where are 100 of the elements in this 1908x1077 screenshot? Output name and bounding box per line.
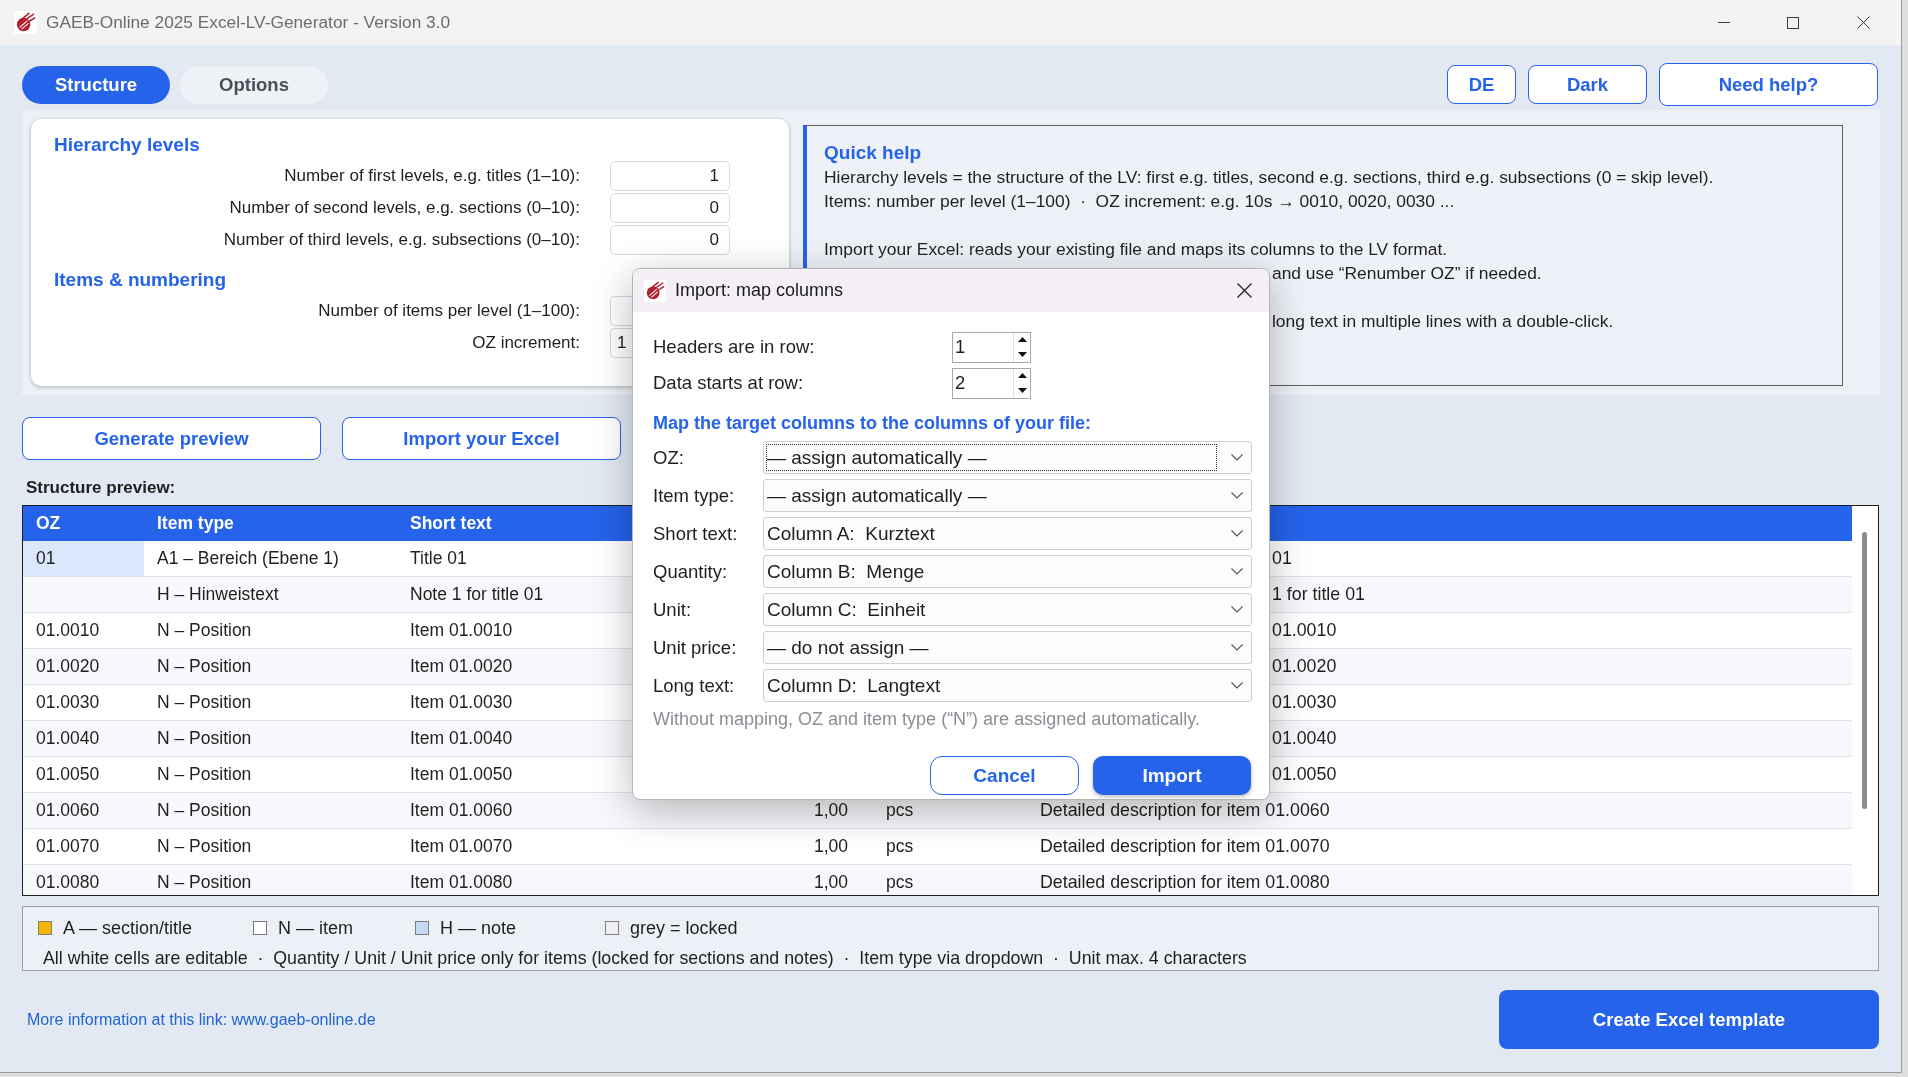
table-cell[interactable]: Detailed description for item 01.0080 — [1040, 874, 1330, 891]
table-cell[interactable]: 1 for title 01 — [1272, 586, 1365, 603]
legend-label: H — note — [440, 917, 517, 939]
table-cell[interactable]: N – Position — [157, 730, 252, 747]
dropdown-field[interactable]: — assign automatically — — [763, 479, 1252, 512]
table-cell[interactable]: Item 01.0010 — [410, 622, 513, 639]
column-header[interactable]: OZ — [36, 513, 61, 534]
table-cell[interactable]: N – Position — [157, 838, 252, 855]
table-cell[interactable]: Item 01.0020 — [410, 658, 513, 675]
dropdown-field[interactable]: Column C: Einheit — [763, 593, 1252, 626]
toolbar-button[interactable]: Need help? — [1659, 63, 1878, 106]
help-text: long text in multiple lines with a double-click. — [1272, 310, 1614, 334]
table-cell[interactable]: 01.0020 — [1272, 658, 1337, 675]
table-cell[interactable]: N – Position — [157, 874, 252, 891]
action-button[interactable]: Generate preview — [22, 417, 321, 460]
table-cell[interactable]: 01.0040 — [1272, 730, 1337, 747]
table-cell[interactable]: A1 – Bereich (Ebene 1) — [157, 550, 339, 567]
table-cell[interactable]: 1,00 — [813, 838, 848, 855]
chevron-down-icon[interactable] — [1231, 530, 1243, 537]
table-cell[interactable]: Item 01.0070 — [410, 838, 513, 855]
table-cell[interactable]: pcs — [886, 874, 914, 891]
field-label: OZ: — [653, 446, 685, 469]
create-template-button[interactable]: Create Excel template — [1499, 990, 1879, 1049]
table-cell[interactable]: 1,00 — [813, 802, 848, 819]
up-triangle-icon[interactable] — [1017, 337, 1027, 343]
dropdown-field[interactable]: Column D: Langtext — [763, 669, 1252, 702]
table-cell[interactable]: Item 01.0080 — [410, 874, 513, 891]
help-text: and use “Renumber OZ” if needed. — [1272, 262, 1542, 286]
table-cell[interactable]: 01.0010 — [23, 613, 144, 648]
field-label: Long text: — [653, 674, 736, 697]
dropdown-field[interactable]: Column A: Kurztext — [763, 517, 1252, 550]
field-label: Number of third levels, e.g. subsections (0–10): — [222, 230, 580, 250]
input-field[interactable]: 0 — [610, 225, 730, 255]
dialog-button[interactable]: Cancel — [930, 756, 1079, 795]
table-cell[interactable]: 01.0040 — [23, 721, 144, 756]
table-cell[interactable]: H – Hinweistext — [157, 586, 279, 603]
spin-field[interactable]: 1 — [952, 331, 1031, 363]
legend-label: A — section/title — [63, 917, 193, 939]
help-text: Import your Excel: reads your existing file and maps its columns to the LV format. — [824, 238, 1448, 262]
table-cell[interactable]: Note 1 for title 01 — [410, 586, 544, 603]
up-triangle-icon[interactable] — [1017, 373, 1027, 379]
table-cell[interactable]: 01.0060 — [23, 793, 144, 828]
input-field[interactable]: 0 — [610, 193, 730, 223]
close-icon[interactable] — [1857, 16, 1870, 29]
chevron-down-icon[interactable] — [1231, 568, 1243, 575]
dropdown-field[interactable]: — do not assign — — [763, 631, 1252, 664]
table-cell[interactable]: Item 01.0030 — [410, 694, 513, 711]
table-cell[interactable]: Item 01.0050 — [410, 766, 513, 783]
dropdown-field[interactable]: — assign automatically — — [763, 441, 1252, 474]
table-cell[interactable]: 1,00 — [813, 874, 848, 891]
table-cell[interactable]: 01.0050 — [1272, 766, 1337, 783]
chevron-down-icon[interactable] — [1231, 682, 1243, 689]
toolbar-button[interactable]: Dark — [1528, 65, 1647, 104]
table-cell[interactable]: N – Position — [157, 766, 252, 783]
down-triangle-icon[interactable] — [1017, 387, 1027, 393]
chevron-down-icon[interactable] — [1231, 606, 1243, 613]
legend-label: grey = locked — [630, 917, 738, 939]
table-cell[interactable]: N – Position — [157, 658, 252, 675]
dialog-button[interactable]: Import — [1093, 756, 1251, 795]
chevron-down-icon[interactable] — [1231, 454, 1243, 461]
table-cell[interactable]: 01.0080 — [23, 865, 144, 895]
table-cell[interactable]: Item 01.0060 — [410, 802, 513, 819]
table-cell[interactable]: 01.0020 — [23, 649, 144, 684]
tab[interactable]: Structure — [22, 65, 170, 104]
scrollbar[interactable] — [1862, 532, 1867, 809]
table-cell[interactable]: 01 — [1272, 550, 1292, 567]
table-cell[interactable]: Detailed description for item 01.0070 — [1040, 838, 1330, 855]
field-label: OZ increment: — [471, 333, 580, 353]
input-field[interactable]: 1 — [610, 328, 632, 358]
table-cell[interactable]: N – Position — [157, 622, 252, 639]
action-button[interactable]: Import your Excel — [342, 417, 621, 460]
table-cell[interactable]: 01.0070 — [23, 829, 144, 864]
table-cell[interactable]: 01.0050 — [23, 757, 144, 792]
maximize-icon[interactable] — [1787, 16, 1799, 29]
table-cell[interactable]: 01.0030 — [1272, 694, 1337, 711]
info-link[interactable]: More information at this link: www.gaeb-online.de — [27, 1010, 376, 1029]
section-heading: Hierarchy levels — [54, 133, 200, 157]
chevron-down-icon[interactable] — [1231, 644, 1243, 651]
spin-field[interactable]: 2 — [952, 367, 1031, 399]
table-cell[interactable]: N – Position — [157, 802, 252, 819]
down-triangle-icon[interactable] — [1017, 351, 1027, 357]
table-cell[interactable]: Detailed description for item 01.0060 — [1040, 802, 1330, 819]
column-header[interactable]: Item type — [157, 513, 234, 534]
table-cell[interactable]: Title 01 — [410, 550, 467, 567]
close-icon[interactable] — [1237, 283, 1252, 298]
tab[interactable]: Options — [180, 65, 328, 104]
table-cell[interactable]: pcs — [886, 802, 914, 819]
input-field[interactable]: 1 — [610, 161, 730, 191]
table-cell[interactable]: 01.0010 — [1272, 622, 1337, 639]
input-field[interactable] — [610, 296, 632, 326]
toolbar-button[interactable]: DE — [1447, 65, 1516, 104]
table-cell[interactable]: 01.0030 — [23, 685, 144, 720]
legend-label: N — item — [278, 917, 353, 939]
table-cell[interactable]: N – Position — [157, 694, 252, 711]
table-cell[interactable]: 01 — [23, 541, 144, 576]
table-cell[interactable]: pcs — [886, 838, 914, 855]
table-cell[interactable]: Item 01.0040 — [410, 730, 513, 747]
chevron-down-icon[interactable] — [1231, 492, 1243, 499]
column-header[interactable]: Short text — [410, 513, 492, 534]
dropdown-field[interactable]: Column B: Menge — [763, 555, 1252, 588]
